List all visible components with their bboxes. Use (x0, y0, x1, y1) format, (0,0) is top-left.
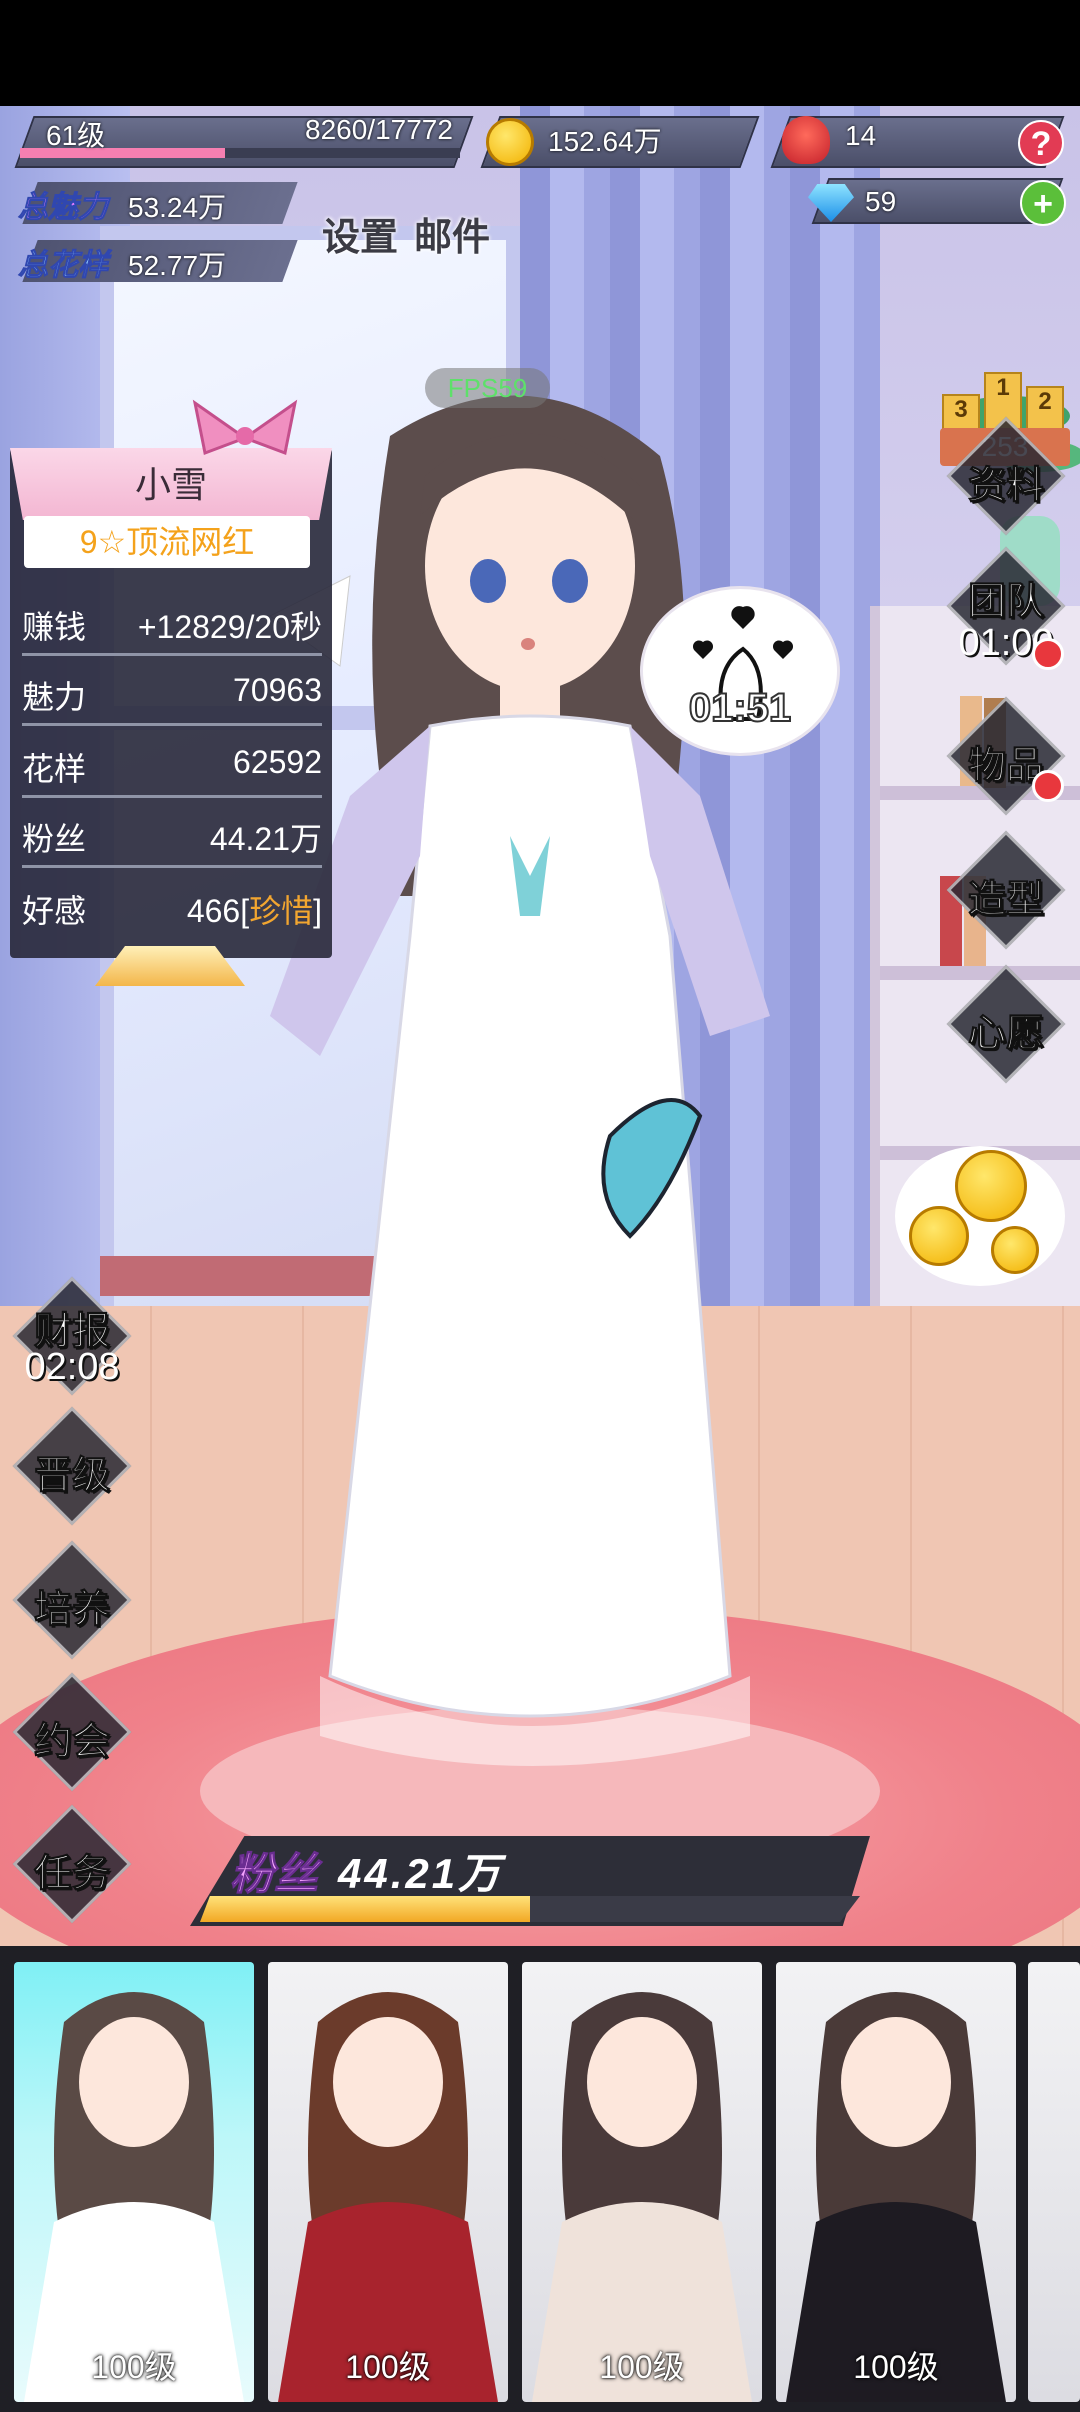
train-button[interactable]: 培养 (12, 1540, 132, 1660)
gold-coin-icon (909, 1206, 969, 1266)
character-selector: 100级 100级 100级 100级 (0, 1946, 1080, 2412)
profile-row-income: 赚钱 +12829/20秒 (22, 586, 322, 656)
character-title: 9☆顶流网红 (24, 516, 310, 568)
bow-icon (192, 399, 298, 456)
character-card[interactable]: 100级 (522, 1962, 762, 2402)
income-value: +12829/20秒 (137, 609, 322, 645)
character-portrait (786, 1992, 1006, 2402)
fans-stat-label: 粉丝 (22, 821, 87, 857)
report-button[interactable]: 财报 02:08 (12, 1276, 132, 1396)
profile-row-charm: 魅力 70963 (22, 656, 322, 726)
charm-stat-value: 70963 (233, 672, 322, 708)
charm-stat-label: 魅力 (22, 679, 87, 715)
character-card[interactable]: 100级 (268, 1962, 508, 2402)
card-level: 100级 (345, 2349, 431, 2385)
character-name: 小雪 (134, 464, 207, 505)
character-card[interactable]: 100级 (776, 1962, 1016, 2402)
game-scene[interactable]: 61级 8260/17772 152.64万 14 ? 59 + 总魅力 53.… (0, 106, 1080, 1946)
character-portrait (24, 1992, 244, 2402)
styling-notification-dot (1032, 770, 1064, 802)
style-stat-value: 62592 (233, 744, 322, 780)
fans-progress: 粉丝 44.21万 (190, 1836, 890, 1926)
gold-coin-icon (955, 1150, 1027, 1222)
gem-count: 59 (865, 186, 897, 217)
affection-tag: 珍惜 (249, 893, 314, 929)
report-timer: 02:08 (24, 1346, 120, 1388)
charm-value: 53.24万 (128, 192, 227, 223)
card-level: 100级 (91, 2349, 177, 2385)
fans-value: 44.21万 (338, 1850, 504, 1897)
styling-button[interactable]: 造型 (946, 830, 1066, 950)
gold-coin-icon (991, 1226, 1039, 1274)
style-value: 52.77万 (128, 250, 227, 281)
gold-coin-icon (486, 118, 534, 166)
gold-amount: 152.64万 (548, 126, 662, 157)
player-exp: 8260/17772 (305, 114, 453, 145)
quest-button[interactable]: 任务 (12, 1804, 132, 1924)
character-card[interactable]: 100级 (14, 1962, 254, 2402)
mail-button[interactable]: 邮件 (414, 206, 490, 261)
profile-row-style: 花样 62592 (22, 728, 322, 798)
profile-row-fans: 粉丝 44.21万 (22, 798, 322, 868)
rose-icon (782, 116, 830, 164)
affection-label: 好感 (22, 893, 87, 929)
fans-label: 粉丝 (230, 1850, 319, 1900)
player-level: 61级 (46, 120, 106, 151)
info-button[interactable]: 资料 (946, 416, 1066, 536)
income-label: 赚钱 (22, 609, 87, 645)
bubble-timer: 01:51 (688, 685, 792, 731)
profile-row-affection: 好感 466[珍惜] (22, 870, 322, 940)
promote-button[interactable]: 晋级 (12, 1406, 132, 1526)
wish-button[interactable]: 心愿 (946, 964, 1066, 1084)
charm-label: 总魅力 (18, 191, 109, 225)
card-level: 100级 (853, 2349, 939, 2385)
style-label: 总花样 (18, 249, 109, 283)
fps-counter: FPS59 (425, 368, 550, 408)
help-button[interactable]: ? (1018, 120, 1064, 166)
character-card-partial[interactable] (1028, 1962, 1080, 2402)
character-portrait (278, 1992, 498, 2402)
add-gems-button[interactable]: + (1020, 180, 1066, 226)
date-button[interactable]: 约会 (12, 1672, 132, 1792)
card-level: 100级 (599, 2349, 685, 2385)
settings-button[interactable]: 设置 (322, 206, 398, 261)
items-notification-dot (1032, 638, 1064, 670)
style-stat-label: 花样 (22, 751, 87, 787)
affection-value: 466[珍惜] (186, 893, 322, 929)
rose-count: 14 (845, 120, 877, 151)
fans-stat-value: 44.21万 (209, 821, 322, 857)
character-portrait (532, 1992, 752, 2402)
collect-coins-button[interactable] (895, 1146, 1065, 1286)
finger-heart-icon (692, 606, 794, 721)
